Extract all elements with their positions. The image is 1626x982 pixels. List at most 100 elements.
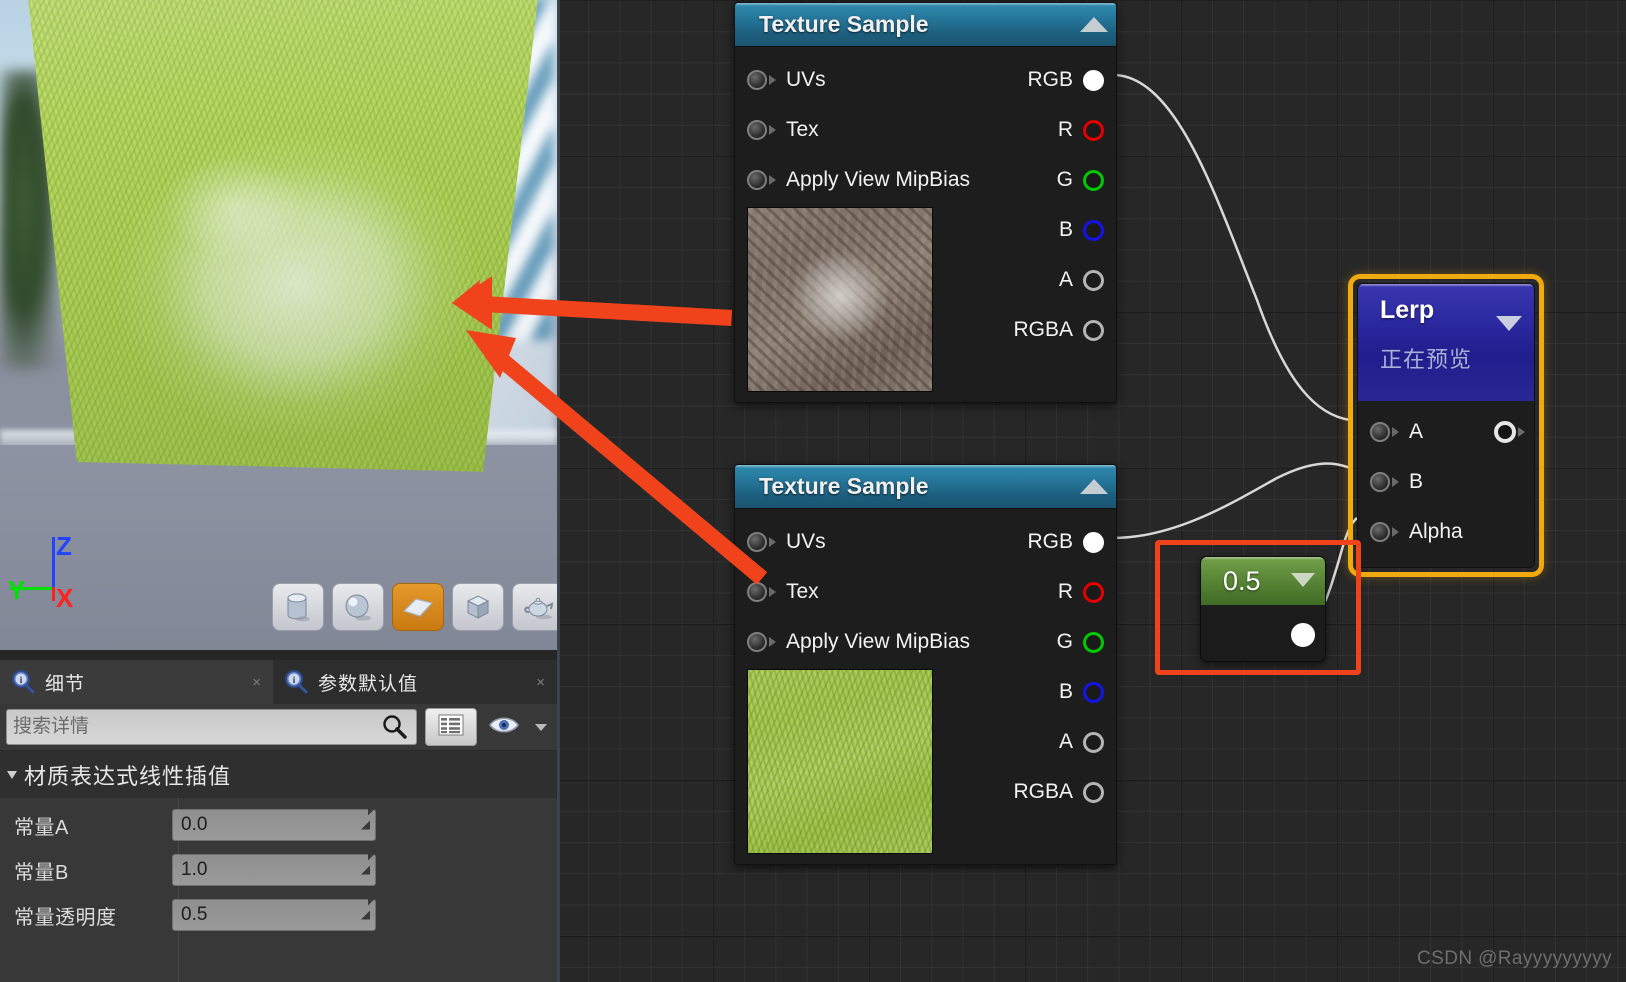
collapse-triangle-icon[interactable] [1080,479,1108,494]
pin-output-rgb[interactable] [1083,69,1104,91]
node-lerp-preview-status: 正在预览 [1380,347,1473,372]
property-category-header[interactable]: 材质表达式线性插值 [0,750,557,798]
pin-label-apply-view-mipbias: Apply View MipBias [786,168,971,191]
shape-button-cube[interactable] [452,583,504,631]
pin-label-b: B [1058,680,1073,703]
pin-arrow-icon [769,637,776,647]
property-label-const-a: 常量A [14,816,69,839]
pin-output-b[interactable] [1083,219,1104,241]
shape-button-sphere[interactable] [332,583,384,631]
pin-arrow-icon [769,75,776,85]
texture-preview-thumbnail-grass[interactable] [747,669,933,854]
parameter-defaults-magnifier-icon: i [283,669,309,695]
details-panel-top-strip [0,650,557,660]
material-preview-viewport[interactable]: Z Y X [0,0,557,650]
search-input[interactable] [13,716,410,738]
node-row-lerp-alpha: Alpha [1358,507,1534,557]
node-lerp-header[interactable]: Lerp 正在预览 [1358,284,1534,401]
collapse-triangle-icon[interactable] [1080,17,1108,32]
texture-preview-thumbnail-rock[interactable] [747,207,933,392]
tab-parameter-defaults-close-icon[interactable]: × [536,674,545,691]
pin-input-lerp-b[interactable] [1370,472,1390,492]
pin-output-g-group: G [1057,168,1116,192]
node-lerp-rows: A B Alpha [1358,401,1534,567]
pin-output-r[interactable] [1083,119,1104,141]
pin-output-b[interactable] [1083,681,1104,703]
pin-output-b-group: B [1059,680,1116,704]
node-texture-sample-2-rows: UVs RGB Tex R Apply View MipBias G B A R… [735,509,1116,864]
shape-button-teapot[interactable] [512,583,557,631]
search-field-wrapper[interactable] [6,709,417,745]
tab-details-label: 细节 [45,673,86,695]
pin-input-apply-view-mipbias[interactable] [747,632,767,652]
property-row-const-a: 常量A 0.0 [0,802,557,848]
pin-output-a[interactable] [1083,731,1104,753]
tab-details[interactable]: i 细节 × [0,660,273,704]
pin-input-apply-view-mipbias[interactable] [747,170,767,190]
pin-output-lerp-result[interactable] [1494,421,1516,443]
node-lerp-title: Lerp [1380,296,1435,324]
pin-label-tex: Tex [786,118,819,141]
pin-output-rgba[interactable] [1083,781,1104,803]
shape-button-cylinder[interactable] [272,583,324,631]
pin-output-r-group: R [1058,118,1116,142]
category-expand-arrow-icon [7,770,17,779]
pin-label-a: A [1058,268,1073,291]
pin-input-uvs[interactable] [747,70,767,90]
details-options-chevron-button[interactable] [531,710,551,744]
pin-output-a[interactable] [1083,269,1104,291]
grid-view-icon-button[interactable] [425,708,477,746]
preview-mesh-plane[interactable] [27,0,538,472]
axis-z-label: Z [56,531,72,561]
pin-input-lerp-alpha[interactable] [1370,522,1390,542]
visibility-eye-button[interactable] [485,710,523,744]
pin-label-apply-view-mipbias: Apply View MipBias [786,630,971,653]
pin-label-r: R [1057,118,1073,141]
property-field-const-alpha[interactable]: 0.5 [172,898,376,931]
property-row-const-b: 常量B 1.0 [0,847,557,893]
pin-input-tex[interactable] [747,120,767,140]
graph-left-splitter[interactable] [557,0,560,982]
pin-output-rgb[interactable] [1083,531,1104,553]
property-field-const-a[interactable]: 0.0 [172,808,376,841]
pin-label-uvs: UVs [786,530,826,553]
pin-arrow-icon [1392,527,1399,537]
details-panel-tabstrip: i 细节 × i 参数默认值 × [0,660,557,704]
pin-label-tex: Tex [786,580,819,603]
tab-parameter-defaults[interactable]: i 参数默认值 × [273,660,557,704]
viewport-shape-toolbar [272,583,557,631]
pin-arrow-icon [769,587,776,597]
property-value-const-b: 1.0 [181,859,208,880]
pin-output-lerp-group [1494,421,1525,443]
unreal-material-editor-window: Z Y X i 细节 × i 参数默认值 × 搜索详情 材质表达式线性插值 常量… [0,0,1626,982]
pin-output-g[interactable] [1083,169,1104,191]
pin-arrow-icon [1518,427,1525,437]
left-column: Z Y X i 细节 × i 参数默认值 × 搜索详情 材质表达式线性插值 常量… [0,0,557,982]
viewport-axis-gizmo: Z Y X [8,515,108,615]
drag-handle-icon[interactable] [361,853,375,875]
node-texture-sample-1[interactable]: Texture Sample UVs RGB Tex R Apply View … [734,2,1117,403]
drag-handle-icon[interactable] [361,898,375,920]
collapse-triangle-icon[interactable] [1496,316,1522,331]
pin-label-lerp-a: A [1409,420,1424,443]
node-texture-sample-2-header[interactable]: Texture Sample [735,465,1116,509]
pin-label-rgb: RGB [1027,68,1073,91]
pin-output-r[interactable] [1083,581,1104,603]
node-lerp[interactable]: Lerp 正在预览 A B Alpha [1348,274,1544,577]
node-texture-sample-1-header[interactable]: Texture Sample [735,3,1116,47]
tab-parameter-defaults-label: 参数默认值 [318,673,419,695]
sphere-icon [345,594,371,621]
teapot-icon [524,597,554,620]
shape-button-plane[interactable] [392,583,444,631]
pin-input-uvs[interactable] [747,532,767,552]
drag-handle-icon[interactable] [361,808,375,830]
tab-details-close-icon[interactable]: × [252,674,261,691]
pin-input-tex[interactable] [747,582,767,602]
node-texture-sample-2[interactable]: Texture Sample UVs RGB Tex R Apply View … [734,464,1117,865]
pin-input-lerp-a[interactable] [1370,422,1390,442]
material-graph-canvas[interactable]: Texture Sample UVs RGB Tex R Apply View … [557,0,1626,982]
property-field-const-b[interactable]: 1.0 [172,853,376,886]
pin-output-g-group: G [1057,630,1116,654]
pin-output-g[interactable] [1083,631,1104,653]
pin-output-rgba[interactable] [1083,319,1104,341]
